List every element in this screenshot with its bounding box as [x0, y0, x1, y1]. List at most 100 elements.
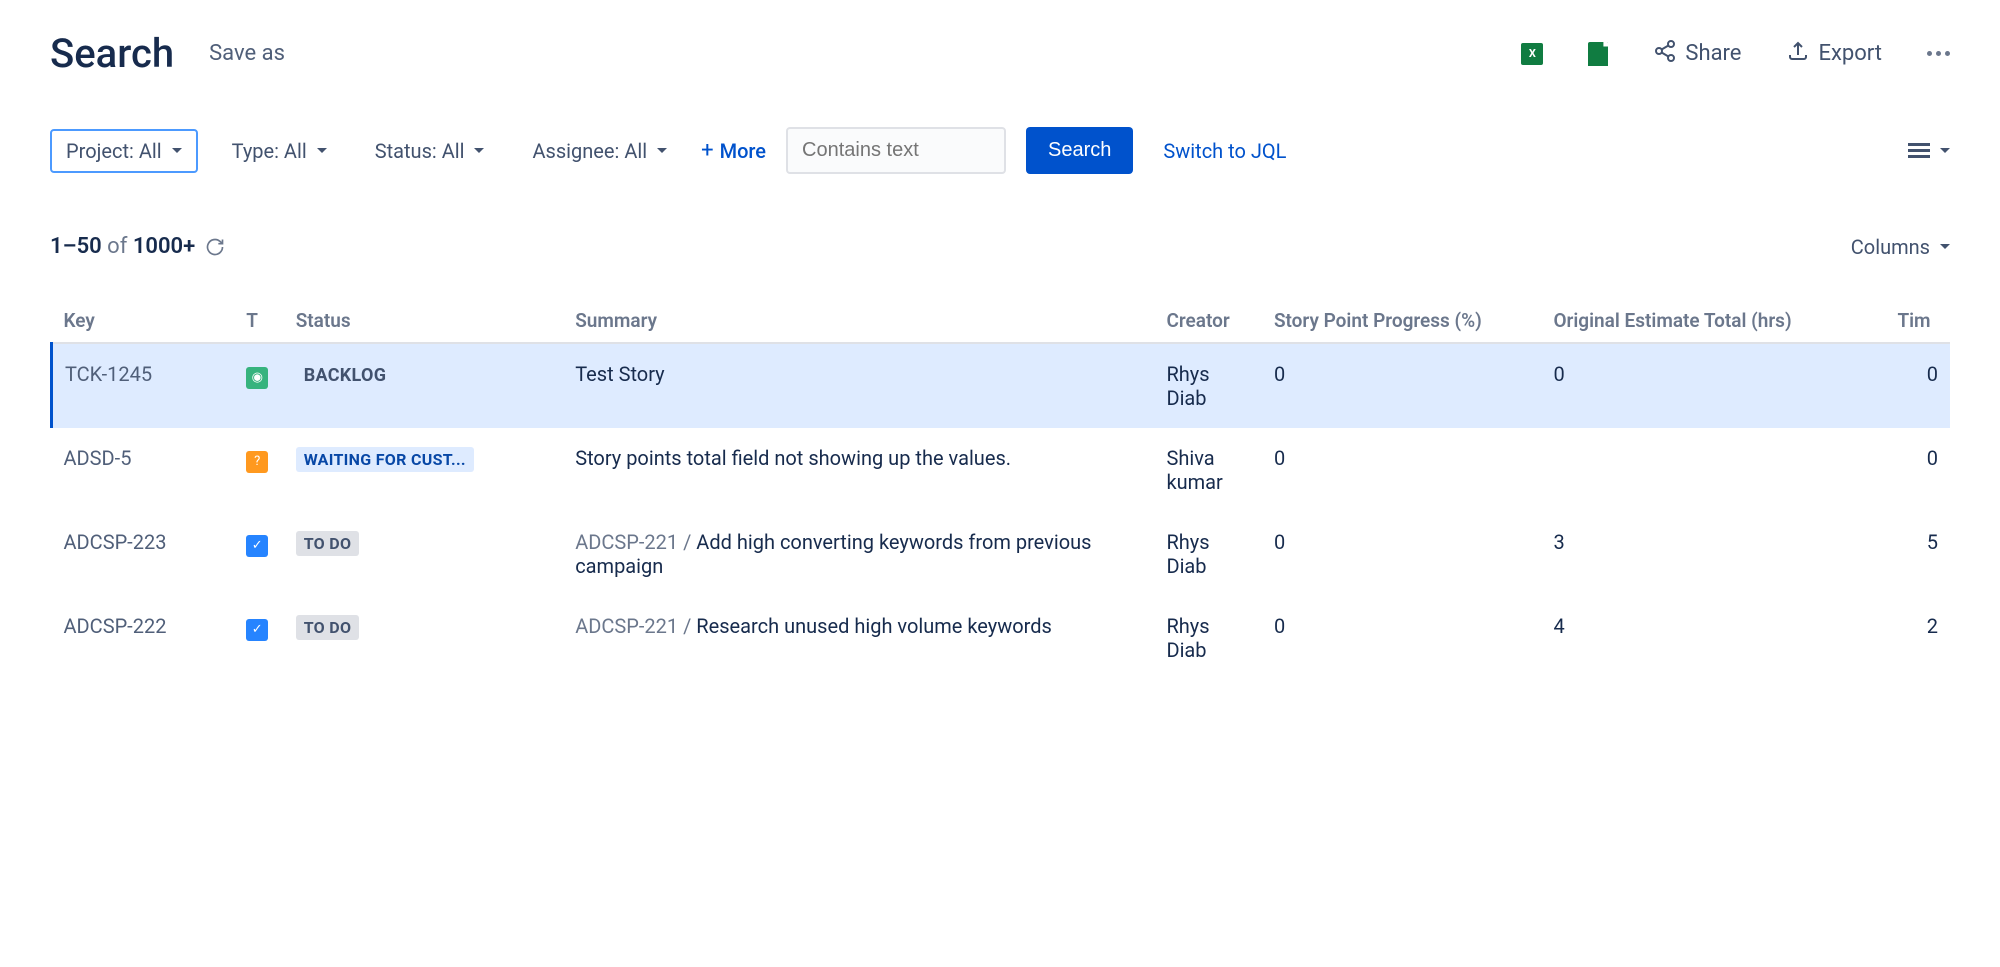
- chevron-down-icon: [657, 148, 667, 153]
- results-table-wrap: Key T Status Summary Creator Story Point…: [50, 299, 1950, 680]
- col-header-spp[interactable]: Story Point Progress (%): [1262, 299, 1542, 343]
- chevron-down-icon: [474, 148, 484, 153]
- cell-key[interactable]: ADCSP-222: [52, 596, 235, 680]
- cell-spp: 0: [1262, 512, 1542, 596]
- filter-status[interactable]: Status: All: [361, 131, 499, 171]
- cell-oet: 4: [1541, 596, 1885, 680]
- page-title: Search: [50, 30, 174, 77]
- search-button[interactable]: Search: [1026, 127, 1133, 174]
- header-left: Search Save as: [50, 30, 285, 77]
- task-icon: ✓: [246, 535, 268, 557]
- cell-summary[interactable]: ADCSP-221 / Research unused high volume …: [563, 596, 1154, 680]
- table-header-row: Key T Status Summary Creator Story Point…: [52, 299, 1951, 343]
- table-row[interactable]: ADCSP-222 ✓ TO DO ADCSP-221 / Research u…: [52, 596, 1951, 680]
- col-header-oet[interactable]: Original Estimate Total (hrs): [1541, 299, 1885, 343]
- summary-parent-link[interactable]: ADCSP-221 /: [575, 530, 696, 554]
- more-actions-button[interactable]: [1927, 51, 1950, 56]
- cell-oet: [1541, 428, 1885, 512]
- filter-assignee-label: Assignee: All: [532, 139, 647, 163]
- refresh-icon[interactable]: [205, 237, 225, 257]
- cell-creator: Shiva kumar: [1154, 428, 1262, 512]
- cell-spp: 0: [1262, 596, 1542, 680]
- cell-tim: 5: [1885, 512, 1950, 596]
- col-header-creator[interactable]: Creator: [1154, 299, 1262, 343]
- columns-label: Columns: [1851, 235, 1930, 259]
- col-header-key[interactable]: Key: [52, 299, 235, 343]
- cell-summary[interactable]: ADCSP-221 / Add high converting keywords…: [563, 512, 1154, 596]
- summary-parent-link[interactable]: ADCSP-221 /: [575, 614, 696, 638]
- cell-tim: 2: [1885, 596, 1950, 680]
- excel-export-icon[interactable]: X: [1521, 43, 1543, 65]
- filter-project[interactable]: Project: All: [50, 129, 198, 173]
- cell-type: ✓: [234, 512, 283, 596]
- cell-type: ◉: [234, 343, 283, 428]
- filter-status-label: Status: All: [375, 139, 465, 163]
- more-filters-button[interactable]: + More: [701, 138, 766, 163]
- cell-summary[interactable]: Story points total field not showing up …: [563, 428, 1154, 512]
- cell-oet: 0: [1541, 343, 1885, 428]
- chevron-down-icon: [172, 148, 182, 153]
- cell-creator: Rhys Diab: [1154, 343, 1262, 428]
- search-input[interactable]: [786, 127, 1006, 174]
- cell-status: TO DO: [284, 512, 564, 596]
- cell-type: ✓: [234, 596, 283, 680]
- export-button[interactable]: Export: [1786, 39, 1882, 69]
- cell-key[interactable]: TCK-1245: [52, 343, 235, 428]
- save-as-button[interactable]: Save as: [209, 41, 285, 66]
- cell-oet: 3: [1541, 512, 1885, 596]
- header: Search Save as X Share Export: [50, 30, 1950, 77]
- table-row[interactable]: ADCSP-223 ✓ TO DO ADCSP-221 / Add high c…: [52, 512, 1951, 596]
- filter-type-label: Type: All: [232, 139, 307, 163]
- more-filters-label: More: [720, 139, 766, 163]
- task-icon: ✓: [246, 619, 268, 641]
- cell-creator: Rhys Diab: [1154, 512, 1262, 596]
- question-icon: ?: [246, 451, 268, 473]
- status-badge: WAITING FOR CUST...: [296, 447, 474, 472]
- cell-key[interactable]: ADCSP-223: [52, 512, 235, 596]
- cell-tim: 0: [1885, 428, 1950, 512]
- story-icon: ◉: [246, 367, 268, 389]
- cell-spp: 0: [1262, 343, 1542, 428]
- status-badge: BACKLOG: [296, 362, 395, 389]
- view-toggle-button[interactable]: [1908, 143, 1950, 158]
- table-row[interactable]: ADSD-5 ? WAITING FOR CUST... Story point…: [52, 428, 1951, 512]
- chevron-down-icon: [1940, 244, 1950, 249]
- switch-to-jql-link[interactable]: Switch to JQL: [1163, 139, 1286, 163]
- results-bar: 1–50 of 1000+ Columns: [50, 234, 1950, 259]
- plus-icon: +: [701, 138, 713, 163]
- list-view-icon: [1908, 143, 1930, 158]
- columns-button[interactable]: Columns: [1851, 235, 1950, 259]
- results-table: Key T Status Summary Creator Story Point…: [50, 299, 1950, 680]
- export-icon: [1786, 39, 1810, 69]
- cell-type: ?: [234, 428, 283, 512]
- col-header-status[interactable]: Status: [284, 299, 564, 343]
- chevron-down-icon: [1940, 148, 1950, 153]
- col-header-tim[interactable]: Tim: [1885, 299, 1950, 343]
- cell-status: TO DO: [284, 596, 564, 680]
- status-badge: TO DO: [296, 615, 360, 640]
- doc-export-icon[interactable]: [1588, 42, 1608, 66]
- results-of: of: [107, 234, 127, 259]
- results-total: 1000+: [133, 234, 195, 259]
- filter-project-label: Project: All: [66, 139, 162, 163]
- share-label: Share: [1685, 41, 1741, 66]
- chevron-down-icon: [317, 148, 327, 153]
- header-right: X Share Export: [1521, 39, 1950, 69]
- results-range: 1–50: [50, 234, 102, 259]
- cell-status: WAITING FOR CUST...: [284, 428, 564, 512]
- cell-spp: 0: [1262, 428, 1542, 512]
- export-label: Export: [1818, 41, 1882, 66]
- cell-summary[interactable]: Test Story: [563, 343, 1154, 428]
- share-button[interactable]: Share: [1653, 39, 1741, 69]
- cell-status: BACKLOG: [284, 343, 564, 428]
- table-row[interactable]: TCK-1245 ◉ BACKLOG Test Story Rhys Diab …: [52, 343, 1951, 428]
- filter-bar: Project: All Type: All Status: All Assig…: [50, 127, 1950, 174]
- cell-creator: Rhys Diab: [1154, 596, 1262, 680]
- col-header-type[interactable]: T: [234, 299, 283, 343]
- filter-assignee[interactable]: Assignee: All: [518, 131, 681, 171]
- status-badge: TO DO: [296, 531, 360, 556]
- filter-type[interactable]: Type: All: [218, 131, 341, 171]
- cell-key[interactable]: ADSD-5: [52, 428, 235, 512]
- col-header-summary[interactable]: Summary: [563, 299, 1154, 343]
- share-icon: [1653, 39, 1677, 69]
